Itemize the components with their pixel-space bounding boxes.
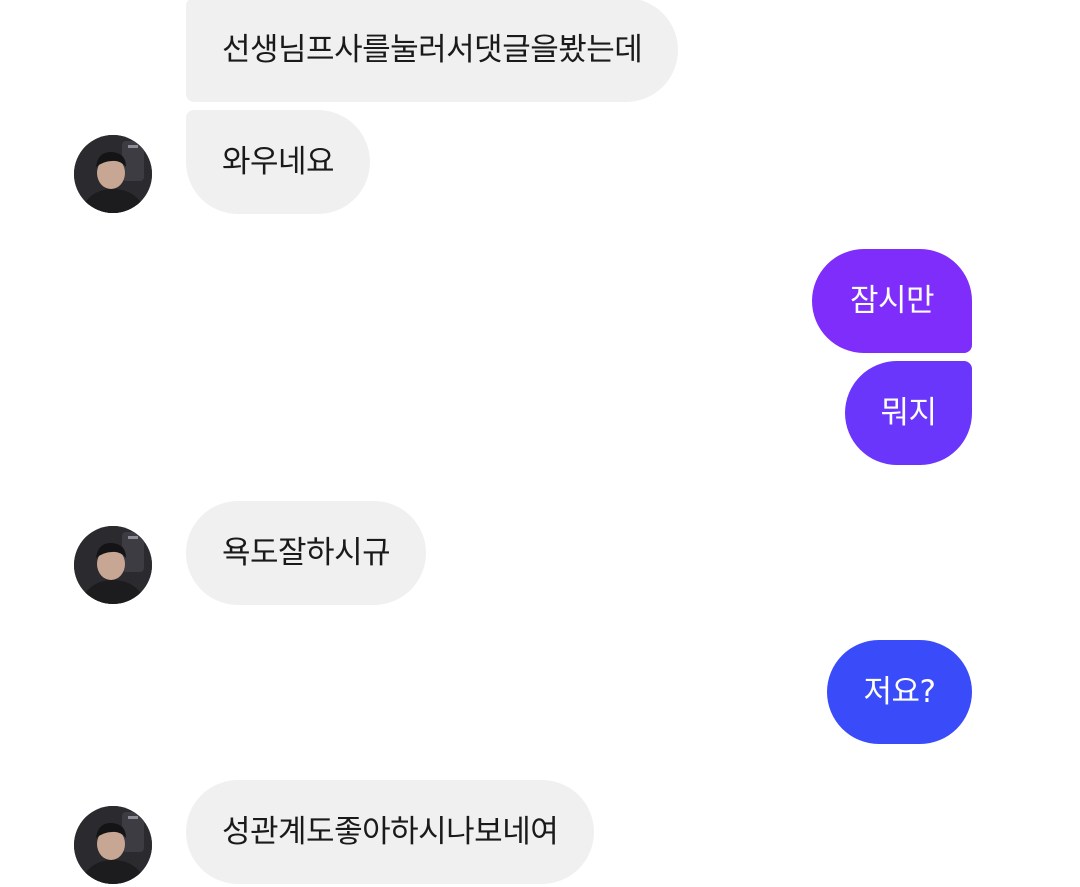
- message-text: 와우네요: [222, 144, 335, 180]
- message-bubble-incoming[interactable]: 성관계도좋아하시나보네여: [186, 780, 595, 884]
- message-bubble-outgoing[interactable]: 저요?: [827, 640, 972, 744]
- sender-avatar[interactable]: [74, 806, 152, 884]
- message-bubble-outgoing[interactable]: 잠시만: [812, 249, 972, 353]
- message-text: 뭐지: [880, 395, 937, 431]
- message-bubble-incoming[interactable]: 와우네요: [186, 110, 371, 214]
- message-text: 성관계도좋아하시나보네여: [222, 814, 559, 850]
- message-bubble-incoming[interactable]: 선생님프사를눌러서댓글을봤는데: [186, 0, 679, 102]
- message-bubble-outgoing[interactable]: 뭐지: [845, 361, 972, 465]
- message-text: 선생님프사를눌러서댓글을봤는데: [222, 32, 643, 68]
- sender-avatar[interactable]: [74, 526, 152, 604]
- profile-photo-icon: [74, 135, 152, 213]
- sender-avatar[interactable]: [74, 135, 152, 213]
- profile-photo-icon: [74, 526, 152, 604]
- message-text: 저요?: [863, 674, 937, 710]
- message-text: 욕도잘하시규: [222, 535, 391, 571]
- message-text: 잠시만: [849, 283, 935, 319]
- message-bubble-incoming[interactable]: 욕도잘하시규: [186, 501, 427, 605]
- profile-photo-icon: [74, 806, 152, 884]
